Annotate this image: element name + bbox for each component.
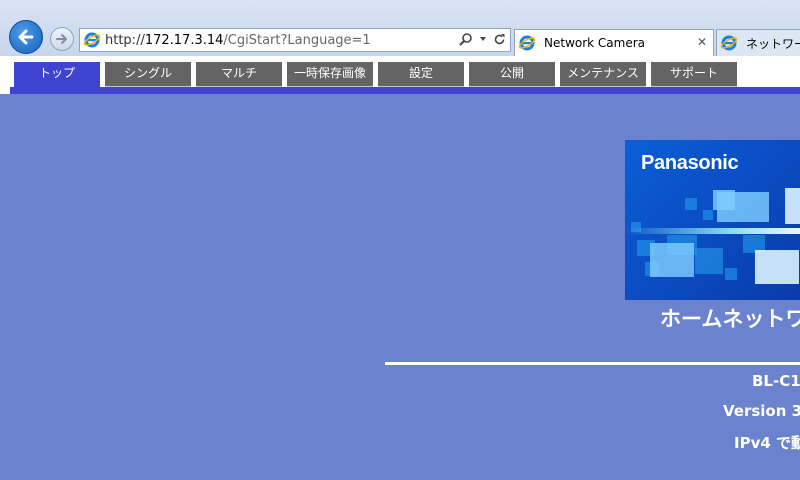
address-bar[interactable]: http://172.17.3.14/CgiStart?Language=1 [79, 28, 511, 52]
back-arrow-icon [18, 29, 34, 45]
nav-underline [10, 87, 800, 94]
model-number: BL-C1 [752, 372, 800, 390]
url-host: 172.17.3.14 [144, 32, 224, 48]
banner-square [725, 268, 737, 280]
banner-square [703, 210, 713, 220]
tab-ie-icon [518, 35, 536, 51]
browser-toolbar: http://172.17.3.14/CgiStart?Language=1 N… [0, 0, 800, 57]
banner-square [785, 188, 800, 224]
search-icon[interactable] [459, 32, 473, 46]
banner-square [650, 243, 694, 277]
nav-tab-settings[interactable]: 設定 [378, 62, 464, 89]
back-button[interactable] [9, 20, 43, 54]
nav-tab-maintenance[interactable]: メンテナンス [560, 62, 646, 89]
tab-ie-icon [720, 35, 738, 51]
ie-icon [83, 32, 101, 48]
forward-arrow-icon [56, 34, 67, 44]
camera-nav: トップ シングル マルチ 一時保存画像 設定 公開 メンテナンス サポート [0, 56, 800, 94]
tab-label: ネットワークカ [746, 36, 800, 51]
product-title: ホームネットワ [660, 307, 800, 331]
nav-tab-multi[interactable]: マルチ [196, 62, 282, 89]
nav-tab-single[interactable]: シングル [105, 62, 191, 89]
panasonic-logo: Panasonic [641, 152, 739, 174]
ip-version-status: IPv4 で動 [734, 434, 800, 452]
divider [385, 362, 800, 365]
tab-network-camera-jp[interactable]: ネットワークカ [716, 29, 800, 56]
banner-square [685, 198, 697, 210]
nav-tab-buffered-images[interactable]: 一時保存画像 [287, 62, 373, 89]
nav-tab-top[interactable]: トップ [14, 62, 100, 90]
banner-square [755, 250, 799, 284]
refresh-icon[interactable] [493, 33, 506, 46]
forward-button[interactable] [50, 27, 74, 51]
dropdown-icon[interactable] [479, 35, 487, 43]
banner-glow [625, 228, 800, 234]
url-prefix: http:// [105, 32, 145, 48]
banner-square [717, 192, 769, 222]
banner-square [695, 248, 723, 274]
firmware-version: Version 3. [723, 402, 800, 420]
tab-label: Network Camera [544, 36, 646, 50]
tab-network-camera[interactable]: Network Camera ✕ [514, 29, 714, 56]
url-path: /CgiStart?Language=1 [223, 32, 371, 48]
nav-tab-public[interactable]: 公開 [469, 62, 555, 89]
close-icon[interactable]: ✕ [697, 35, 707, 49]
nav-tab-support[interactable]: サポート [651, 62, 737, 89]
url-text: http://172.17.3.14/CgiStart?Language=1 [105, 33, 371, 48]
panasonic-banner: Panasonic [625, 140, 800, 300]
